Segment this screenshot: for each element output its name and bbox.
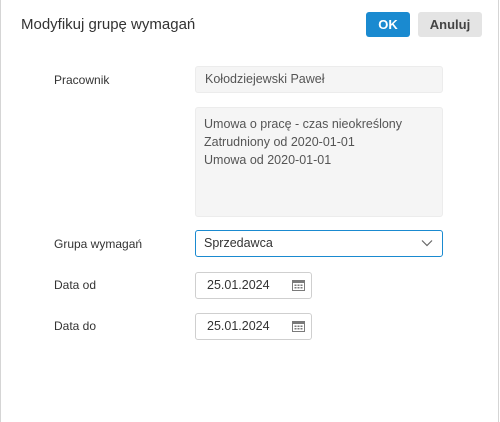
requirements-group-select[interactable]: Sprzedawca bbox=[195, 230, 443, 257]
contract-info-field: Umowa o pracę - czas nieokreślony Zatrud… bbox=[195, 107, 443, 217]
requirements-group-value: Sprzedawca bbox=[204, 236, 273, 250]
date-from-input[interactable]: 25.01.2024 bbox=[195, 272, 312, 299]
date-to-input[interactable]: 25.01.2024 bbox=[195, 313, 312, 340]
modify-requirements-group-dialog: Modyfikuj grupę wymagań OK Anuluj Pracow… bbox=[0, 0, 499, 422]
employee-label: Pracownik bbox=[54, 73, 110, 87]
chevron-down-icon[interactable] bbox=[421, 239, 433, 247]
requirements-group-label: Grupa wymagań bbox=[54, 237, 143, 251]
contract-type-text: Umowa o pracę - czas nieokreślony bbox=[204, 117, 402, 131]
date-from-value: 25.01.2024 bbox=[207, 278, 270, 292]
date-to-value: 25.01.2024 bbox=[207, 319, 270, 333]
contract-since-text: Umowa od 2020-01-01 bbox=[204, 153, 332, 167]
dialog-title: Modyfikuj grupę wymagań bbox=[21, 16, 196, 33]
cancel-button[interactable]: Anuluj bbox=[418, 12, 482, 37]
ok-button[interactable]: OK bbox=[366, 12, 410, 37]
date-from-label: Data od bbox=[54, 278, 97, 292]
employee-field: Kołodziejewski Paweł bbox=[195, 66, 443, 93]
employed-since-text: Zatrudniony od 2020-01-01 bbox=[204, 135, 355, 149]
calendar-icon[interactable] bbox=[292, 320, 305, 332]
calendar-icon[interactable] bbox=[292, 279, 305, 291]
date-to-label: Data do bbox=[54, 319, 97, 333]
